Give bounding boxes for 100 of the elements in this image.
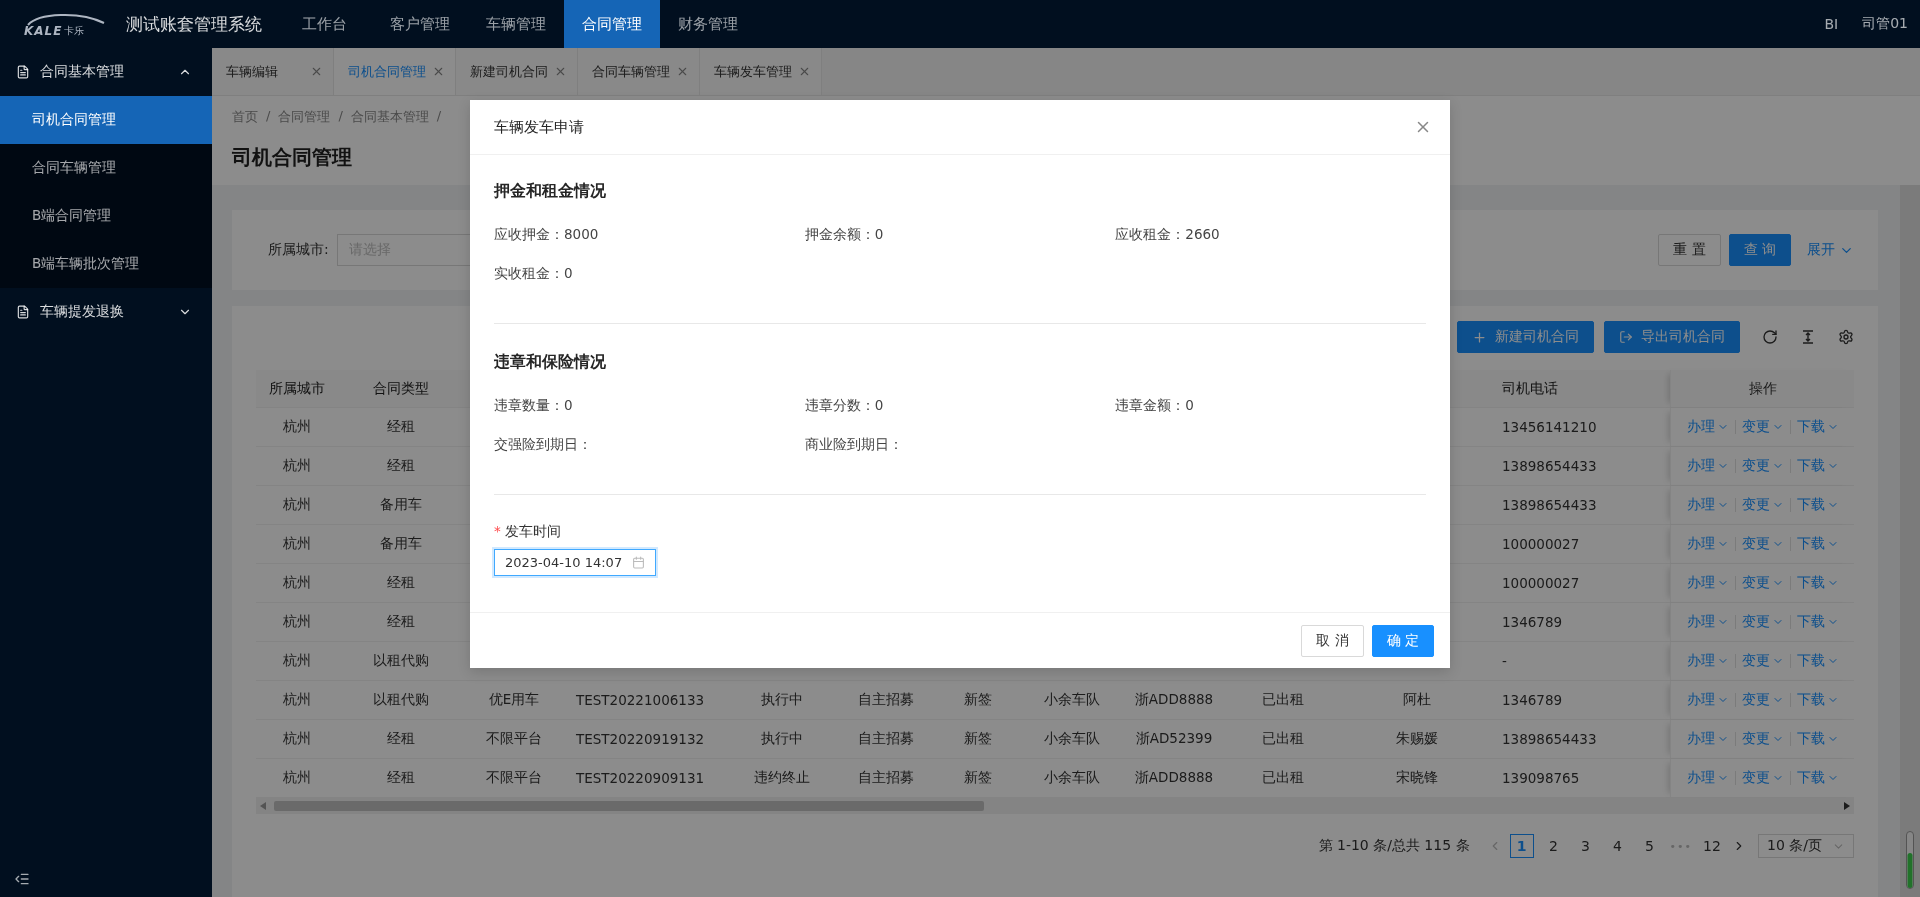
table-cell-text: 新签 (963, 729, 993, 748)
settings-icon[interactable] (1838, 329, 1854, 345)
breadcrumb-separator: / (338, 108, 343, 125)
page-number[interactable]: 12 (1700, 834, 1724, 858)
close-icon[interactable] (676, 65, 689, 78)
table-cell-text: 杭州 (282, 690, 312, 709)
nav-item[interactable]: 合同管理 (564, 0, 660, 48)
table-cell-text: 已出租 (1261, 729, 1305, 748)
dialog-title: 车辆发车申请 (494, 117, 584, 137)
action-dropdown[interactable]: 下载 (1790, 730, 1845, 748)
action-dropdown[interactable]: 变更 (1735, 691, 1790, 709)
nav-item[interactable]: 工作台 (276, 0, 372, 48)
action-dropdown[interactable]: 下载 (1790, 496, 1845, 514)
action-dropdown[interactable]: 变更 (1735, 769, 1790, 787)
page-size-select[interactable]: 10 条/页 (1758, 834, 1854, 858)
reset-button[interactable]: 重 置 (1658, 234, 1721, 266)
breadcrumb-link[interactable]: 首页 (232, 108, 258, 126)
menu-item[interactable]: 合同车辆管理 (0, 144, 212, 192)
bi-link[interactable]: BI (1812, 0, 1851, 48)
action-dropdown[interactable]: 变更 (1735, 652, 1790, 670)
action-dropdown[interactable]: 下载 (1790, 535, 1845, 553)
action-dropdown[interactable]: 办理 (1680, 574, 1735, 592)
date-input-field[interactable]: 2023-04-10 14:07 (494, 549, 656, 576)
query-button[interactable]: 查 询 (1728, 234, 1791, 266)
action-dropdown[interactable]: 办理 (1680, 418, 1735, 436)
table-cell-text: 杭州 (282, 612, 312, 631)
action-dropdown[interactable]: 下载 (1790, 418, 1845, 436)
section-title: 违章和保险情况 (494, 352, 607, 373)
page-number[interactable]: 2 (1541, 834, 1566, 858)
table-cell-text: 已出租 (1261, 690, 1305, 709)
table-cell-text: 已出租 (1261, 768, 1305, 787)
add-button[interactable]: 新建司机合同 (1457, 321, 1594, 353)
breadcrumb-link[interactable]: 合同管理 (278, 108, 331, 126)
menu-item[interactable]: B端车辆批次管理 (0, 240, 212, 288)
action-dropdown[interactable]: 办理 (1680, 769, 1735, 787)
cancel-button[interactable]: 取 消 (1301, 624, 1364, 657)
nav-item[interactable]: 客户管理 (372, 0, 468, 48)
table-cell-text: 自主招募 (857, 729, 915, 748)
action-dropdown[interactable]: 办理 (1680, 496, 1735, 514)
action-dropdown[interactable]: 变更 (1735, 574, 1790, 592)
page-number[interactable]: 3 (1573, 834, 1598, 858)
menu-group[interactable]: 合同基本管理 (0, 48, 212, 96)
page-ellipsis[interactable]: ••• (1669, 839, 1692, 853)
collapse-menu-icon[interactable] (14, 871, 30, 887)
close-icon[interactable] (432, 65, 445, 78)
menu-item[interactable]: B端合同管理 (0, 192, 212, 240)
action-dropdown[interactable]: 办理 (1680, 457, 1735, 475)
table-cell-text: 杭州 (282, 534, 312, 553)
table-cell-text: 13898654433 (1501, 457, 1598, 476)
action-dropdown[interactable]: 下载 (1790, 574, 1845, 592)
close-icon[interactable] (554, 65, 567, 78)
table-cell-text: 不限平台 (485, 729, 543, 748)
table-cell-text: 小余车队 (1043, 729, 1101, 748)
page-number[interactable]: 4 (1605, 834, 1630, 858)
page-number[interactable]: 1 (1509, 834, 1534, 858)
table-cell-text: 小余车队 (1043, 690, 1101, 709)
table-cell-text: 备用车 (379, 495, 423, 514)
action-dropdown[interactable]: 变更 (1735, 730, 1790, 748)
breadcrumb-separator: / (436, 108, 442, 125)
action-dropdown[interactable]: 变更 (1735, 535, 1790, 553)
user-name[interactable]: 司管01 (1850, 0, 1920, 48)
refresh-icon[interactable] (1762, 329, 1778, 345)
nav-item[interactable]: 财务管理 (660, 0, 756, 48)
action-dropdown[interactable]: 办理 (1680, 535, 1735, 553)
table-cell-text: 备用车 (379, 534, 423, 553)
page-summary: 第 1-10 条/总共 115 条 (1318, 837, 1470, 855)
action-dropdown[interactable]: 下载 (1790, 613, 1845, 631)
confirm-button[interactable]: 确 定 (1371, 624, 1434, 657)
horizontal-scrollbar[interactable] (256, 798, 1854, 814)
field-label: 所属城市: (268, 241, 329, 259)
info-text: 交强险到期日： (494, 436, 592, 452)
page-number[interactable]: 5 (1637, 834, 1662, 858)
close-icon[interactable] (310, 65, 323, 78)
table-cell-text: 阿杜 (1402, 690, 1432, 709)
action-dropdown[interactable]: 下载 (1790, 652, 1845, 670)
breadcrumb-link[interactable]: 合同基本管理 (350, 108, 429, 126)
expand-link[interactable]: 展开 (1807, 241, 1854, 259)
menu-item[interactable]: 司机合同管理 (0, 96, 212, 144)
action-dropdown[interactable]: 下载 (1790, 769, 1845, 787)
nav-item[interactable]: 车辆管理 (468, 0, 564, 48)
action-dropdown[interactable]: 变更 (1735, 457, 1790, 475)
action-dropdown[interactable]: 办理 (1680, 652, 1735, 670)
page-tab[interactable]: 司机合同管理 (334, 48, 456, 95)
action-dropdown[interactable]: 变更 (1735, 496, 1790, 514)
menu-group[interactable]: 车辆提发退换 (0, 288, 212, 336)
action-dropdown[interactable]: 下载 (1790, 691, 1845, 709)
action-dropdown[interactable]: 变更 (1735, 418, 1790, 436)
action-dropdown[interactable]: 变更 (1735, 613, 1790, 631)
table-cell-text: TEST20221006133 (575, 691, 706, 710)
calendar-icon (632, 556, 645, 569)
column-height-icon[interactable] (1800, 329, 1816, 345)
table-cell-text: 执行中 (760, 690, 804, 709)
scroll-left-icon[interactable] (260, 802, 266, 810)
close-icon[interactable] (798, 65, 811, 78)
action-dropdown[interactable]: 办理 (1680, 613, 1735, 631)
scroll-right-icon[interactable] (1844, 802, 1850, 810)
action-dropdown[interactable]: 下载 (1790, 457, 1845, 475)
export-button[interactable]: 导出司机合同 (1604, 321, 1740, 353)
action-dropdown[interactable]: 办理 (1680, 691, 1735, 709)
action-dropdown[interactable]: 办理 (1680, 730, 1735, 748)
